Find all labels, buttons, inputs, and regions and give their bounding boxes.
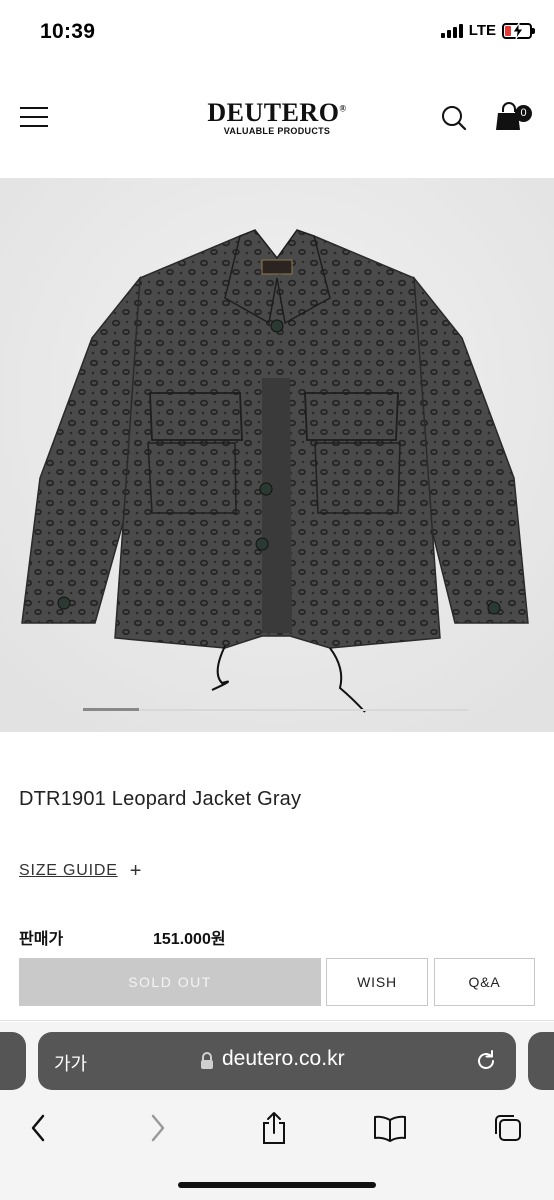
tabs-icon[interactable] [488,1108,528,1148]
back-icon[interactable] [18,1108,58,1148]
brand-name: DEUTERO [207,98,340,127]
cart-count-badge: 0 [515,105,532,122]
previous-tab-edge[interactable] [0,1032,26,1090]
size-guide-label[interactable]: SIZE GUIDE [19,862,118,880]
brand-registered-mark: ® [339,103,347,114]
search-icon[interactable] [440,104,468,132]
share-icon[interactable] [254,1108,294,1148]
wish-button[interactable]: WISH [326,958,428,1006]
product-image[interactable] [0,178,554,732]
status-time: 10:39 [40,20,96,43]
status-bar: 10:39 LTE [0,0,554,66]
qa-button[interactable]: Q&A [434,958,535,1006]
brand-tagline: VALUABLE PRODUCTS [223,126,331,136]
reload-icon[interactable] [474,1049,498,1073]
forward-icon[interactable] [138,1108,178,1148]
sold-out-button[interactable]: SOLD OUT [19,958,321,1006]
network-type: LTE [468,22,496,39]
product-title: DTR1901 Leopard Jacket Gray [19,788,302,810]
status-indicators: LTE [440,22,535,39]
price-row: 판매가 151.000원 [19,925,226,949]
divider [0,1020,554,1021]
url-text[interactable]: deutero.co.kr [222,1047,345,1071]
home-indicator [178,1182,376,1188]
shopping-bag-icon[interactable]: 0 [496,102,536,132]
lock-icon [201,1052,213,1069]
price-label: 판매가 [19,931,64,948]
brand-logo[interactable]: DEUTERO® VALUABLE PRODUCTS [0,98,554,136]
price-value: 151.000원 [153,931,226,948]
text-size-button[interactable]: 가가 [54,1050,87,1076]
plus-icon[interactable]: + [130,861,142,881]
size-guide-toggle[interactable]: SIZE GUIDE + [19,861,141,881]
browser-toolbar [0,1108,554,1152]
address-bar[interactable]: 가가 deutero.co.kr [38,1032,516,1090]
battery-icon [502,22,535,39]
bookmarks-icon[interactable] [370,1108,410,1148]
browser-chrome: 가가 deutero.co.kr [0,1022,554,1200]
next-tab-edge[interactable] [528,1032,554,1090]
cellular-signal-icon [440,23,463,38]
site-header: DEUTERO® VALUABLE PRODUCTS 0 [0,88,554,148]
jacket-illustration [0,178,554,732]
carousel-indicator[interactable] [83,708,139,711]
carousel-track [83,709,468,711]
